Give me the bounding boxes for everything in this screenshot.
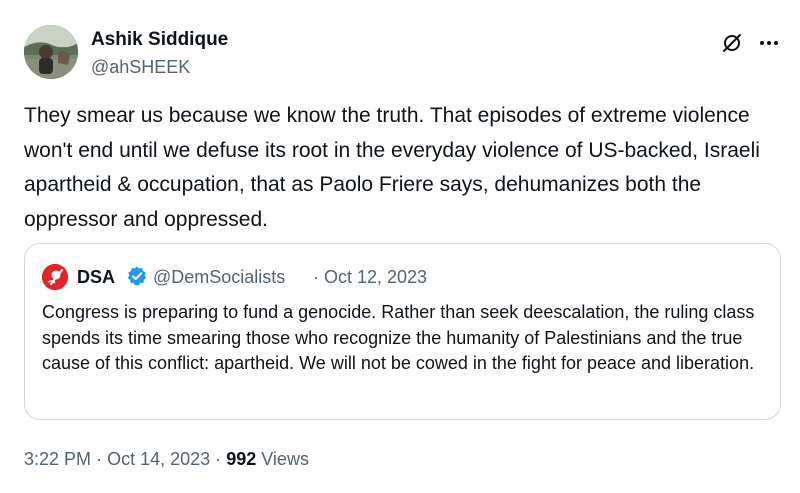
author-handle[interactable]: @ahSHEEK xyxy=(91,56,190,78)
separator: · xyxy=(313,267,319,287)
separator: · xyxy=(96,449,103,469)
views-label: Views xyxy=(261,449,309,469)
quoted-avatar[interactable] xyxy=(42,264,68,290)
more-options-button[interactable] xyxy=(754,29,784,57)
quoted-tweet[interactable]: DSA @DemSocialists · Oct 12, 2023 Congre… xyxy=(24,243,781,420)
tweet-date[interactable]: Oct 14, 2023 xyxy=(107,449,210,469)
more-dots-icon xyxy=(760,41,778,45)
tweet-meta: 3:22 PM · Oct 14, 2023 · 992 Views xyxy=(24,447,309,471)
tweet-time[interactable]: 3:22 PM xyxy=(24,449,91,469)
quoted-author-handle[interactable]: @DemSocialists xyxy=(153,265,285,289)
quoted-date[interactable]: Oct 12, 2023 xyxy=(324,265,427,289)
grok-slash-circle-icon xyxy=(723,34,741,52)
tweet-text: They smear us because we know the truth.… xyxy=(24,104,760,231)
tweet: Ashik Siddique @ahSHEEK They smear us be… xyxy=(0,0,800,493)
dsa-rose-icon xyxy=(42,264,68,290)
author-name[interactable]: Ashik Siddique xyxy=(91,28,228,52)
avatar[interactable] xyxy=(24,25,78,79)
verified-badge-icon xyxy=(126,265,148,287)
separator: · xyxy=(215,449,222,469)
profile-photo-icon xyxy=(24,25,78,79)
quoted-author-name[interactable]: DSA xyxy=(77,265,115,289)
views-count: 992 xyxy=(226,449,257,469)
grok-button[interactable] xyxy=(718,29,746,57)
quoted-text: Congress is preparing to fund a genocide… xyxy=(42,302,755,373)
